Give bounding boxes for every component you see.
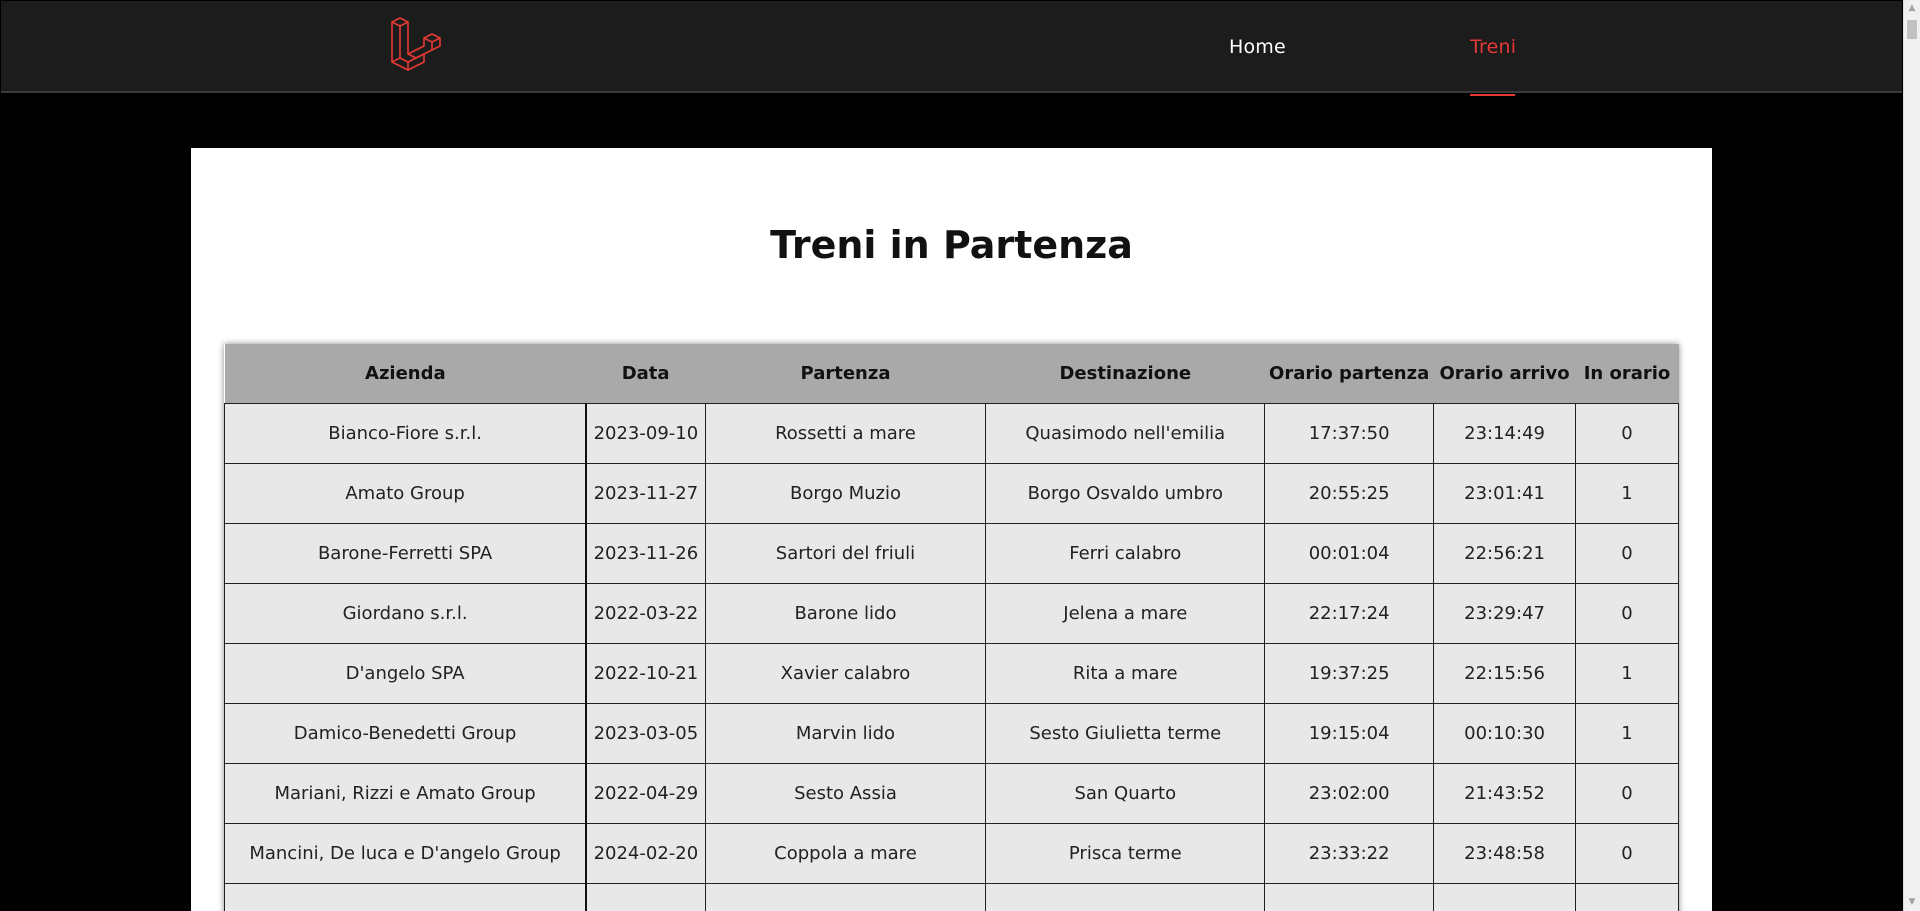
table-row: Amato Group 2023-11-27 Borgo Muzio Borgo… [224,463,1679,524]
cell-in-orario: 1 [1575,643,1679,704]
cell-azienda: Bianco-Fiore s.r.l. [224,403,588,464]
cell-orario-partenza: 19:37:25 [1264,643,1435,704]
cell-in-orario: 0 [1575,523,1679,584]
cell-partenza: Coppola a mare [704,823,987,884]
cell-orario-arrivo: 23:29:47 [1433,583,1577,644]
column-header-data: Data [586,344,706,404]
table-row: Bianco-Fiore s.r.l. 2023-09-10 Rossetti … [224,403,1679,464]
cell-azienda: Mancini, De luca e D'angelo Group [224,823,588,884]
cell-orario-arrivo: 21:43:52 [1433,763,1577,824]
cell-partenza: Marvin lido [704,703,987,764]
cell-data: 2023-09-10 [585,403,706,464]
cell-destinazione: San Quarto [985,763,1266,824]
cell-data: 2023-11-26 [585,523,706,584]
cell-destinazione [985,883,1266,911]
table-row: D'angelo SPA 2022-10-21 Xavier calabro R… [224,643,1679,704]
scroll-up-icon[interactable]: ▲ [1904,0,1920,17]
cell-orario-partenza: 00:01:04 [1264,523,1435,584]
column-header-in-orario: In orario [1575,344,1679,404]
cell-orario-partenza [1264,883,1435,911]
table-header-row: Azienda Data Partenza Destinazione Orari… [224,344,1679,404]
table-row [224,883,1679,911]
cell-azienda: Barone-Ferretti SPA [224,523,588,584]
cell-destinazione: Prisca terme [985,823,1266,884]
cell-azienda: D'angelo SPA [224,643,588,704]
cell-partenza: Sartori del friuli [704,523,987,584]
column-header-orario-arrivo: Orario arrivo [1433,344,1576,404]
cell-orario-arrivo: 23:14:49 [1433,403,1577,464]
cell-in-orario: 0 [1575,763,1679,824]
cell-data: 2023-03-05 [585,703,706,764]
cell-destinazione: Borgo Osvaldo umbro [985,463,1266,524]
cell-orario-partenza: 22:17:24 [1264,583,1435,644]
column-header-destinazione: Destinazione [985,344,1265,404]
cell-in-orario: 0 [1575,823,1679,884]
cell-destinazione: Rita a mare [985,643,1266,704]
column-header-orario-partenza: Orario partenza [1264,344,1434,404]
cell-partenza: Rossetti a mare [704,403,987,464]
cell-in-orario: 1 [1575,463,1679,524]
cell-in-orario [1575,883,1679,911]
table-row: Damico-Benedetti Group 2023-03-05 Marvin… [224,703,1679,764]
active-nav-indicator [1470,94,1515,96]
nav-link-home[interactable]: Home [1229,36,1286,58]
cell-in-orario: 0 [1575,403,1679,464]
cell-azienda [224,883,588,911]
laravel-logo-icon[interactable] [389,16,449,76]
cell-orario-partenza: 23:02:00 [1264,763,1435,824]
cell-orario-partenza: 20:55:25 [1264,463,1435,524]
top-navbar: Home Treni [1,1,1902,96]
table-row: Mancini, De luca e D'angelo Group 2024-0… [224,823,1679,884]
table-row: Giordano s.r.l. 2022-03-22 Barone lido J… [224,583,1679,644]
cell-orario-arrivo: 22:56:21 [1433,523,1577,584]
cell-destinazione: Ferri calabro [985,523,1266,584]
cell-orario-arrivo: 00:10:30 [1433,703,1577,764]
cell-partenza: Sesto Assia [704,763,987,824]
cell-azienda: Mariani, Rizzi e Amato Group [224,763,588,824]
cell-azienda: Giordano s.r.l. [224,583,588,644]
cell-orario-partenza: 17:37:50 [1264,403,1435,464]
cell-azienda: Amato Group [224,463,588,524]
cell-orario-arrivo: 22:15:56 [1433,643,1577,704]
cell-partenza: Barone lido [704,583,987,644]
page-title: Treni in Partenza [770,223,1133,267]
nav-link-treni[interactable]: Treni [1470,36,1516,58]
cell-orario-arrivo: 23:48:58 [1433,823,1577,884]
column-header-partenza: Partenza [705,344,986,404]
cell-data: 2023-11-27 [585,463,706,524]
cell-in-orario: 0 [1575,583,1679,644]
cell-partenza [704,883,987,911]
cell-partenza: Borgo Muzio [704,463,987,524]
table-row: Mariani, Rizzi e Amato Group 2022-04-29 … [224,763,1679,824]
cell-orario-arrivo [1433,883,1577,911]
scroll-down-icon[interactable]: ▼ [1904,894,1920,911]
cell-data: 2022-03-22 [585,583,706,644]
cell-destinazione: Quasimodo nell'emilia [985,403,1266,464]
cell-azienda: Damico-Benedetti Group [224,703,588,764]
cell-destinazione: Sesto Giulietta terme [985,703,1266,764]
cell-data: 2022-04-29 [585,763,706,824]
cell-data: 2022-10-21 [585,643,706,704]
cell-in-orario: 1 [1575,703,1679,764]
cell-orario-arrivo: 23:01:41 [1433,463,1577,524]
trains-table: Azienda Data Partenza Destinazione Orari… [224,344,1679,911]
column-header-azienda: Azienda [224,344,587,404]
cell-orario-partenza: 19:15:04 [1264,703,1435,764]
cell-data: 2024-02-20 [585,823,706,884]
page-scrollbar[interactable]: ▲ ▼ [1903,0,1920,911]
main-content-card: Treni in Partenza Azienda Data Partenza … [191,148,1712,911]
table-row: Barone-Ferretti SPA 2023-11-26 Sartori d… [224,523,1679,584]
cell-destinazione: Jelena a mare [985,583,1266,644]
scrollbar-thumb[interactable] [1907,20,1917,39]
cell-orario-partenza: 23:33:22 [1264,823,1435,884]
cell-data [585,883,706,911]
cell-partenza: Xavier calabro [704,643,987,704]
